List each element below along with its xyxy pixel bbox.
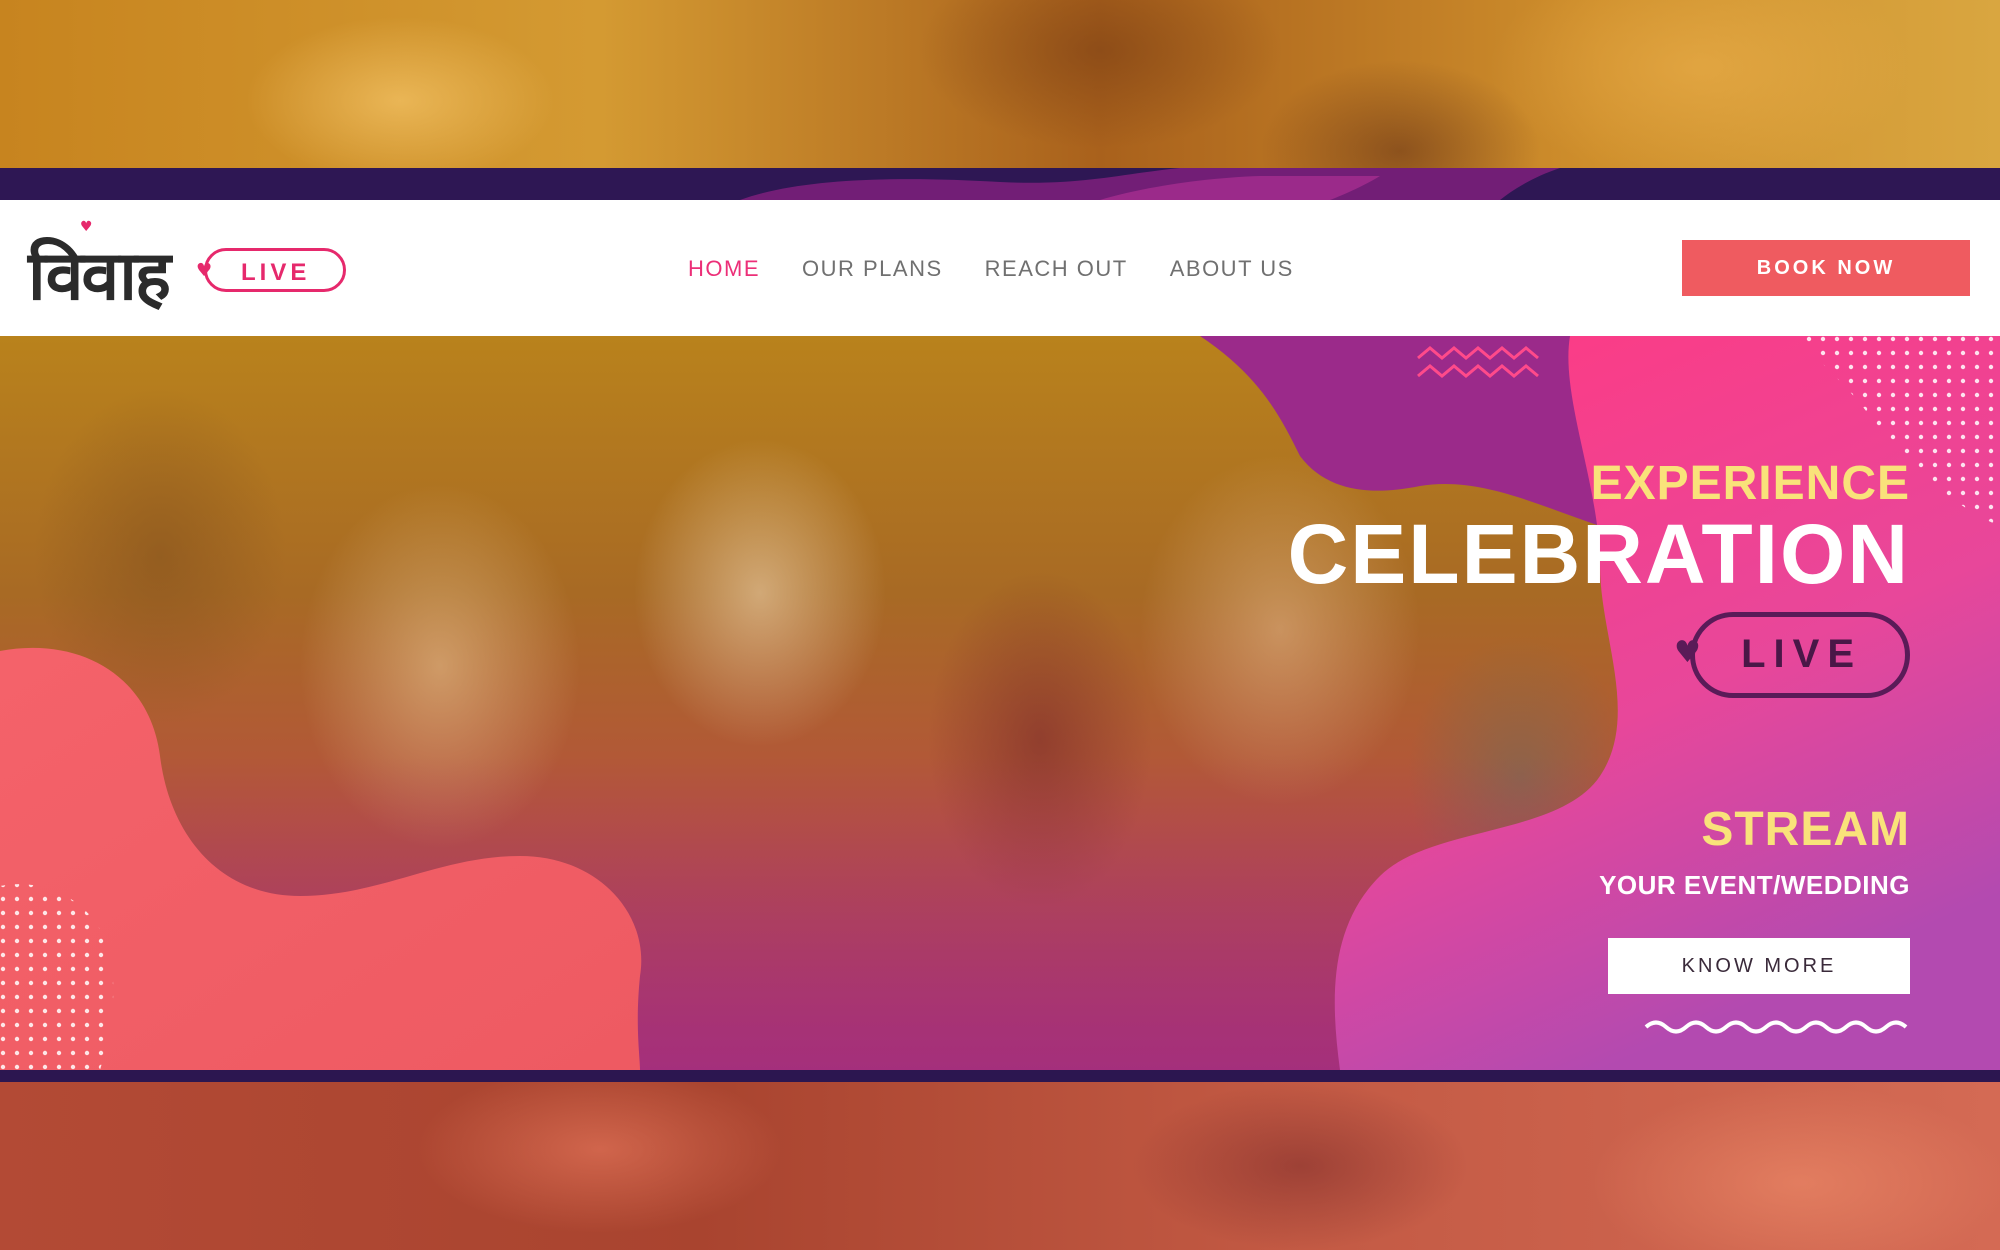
hero-line-event: YOUR EVENT/WEDDING: [1599, 870, 1910, 900]
book-now-button[interactable]: BOOK NOW: [1682, 240, 1970, 296]
hero-live-badge: ♥ LIVE: [1674, 612, 1910, 698]
logo-live-text: LIVE: [241, 259, 311, 286]
site-header: ♥ विवाह ♥ LIVE HOME OUR PLANS REACH OUT …: [0, 200, 2000, 336]
hero-line-celebration: CELEBRATION: [1287, 507, 1910, 601]
background-photo-top: [0, 0, 2000, 168]
wave-decoration: [1644, 1020, 1908, 1034]
hero-line-experience: EXPERIENCE: [1590, 457, 1910, 510]
logo-devanagari: विवाह: [28, 236, 171, 316]
bottom-strip: [0, 1070, 2000, 1082]
site-logo[interactable]: ♥ विवाह ♥ LIVE: [28, 220, 346, 320]
know-more-button[interactable]: KNOW MORE: [1608, 938, 1910, 994]
heart-icon: ♥: [1674, 635, 1701, 670]
hero-text-block: EXPERIENCE CELEBRATION ♥ LIVE STREAM YOU…: [1210, 336, 1910, 1070]
nav-item-home[interactable]: HOME: [688, 256, 760, 282]
background-photo-bottom: [0, 1082, 2000, 1250]
nav-item-our-plans[interactable]: OUR PLANS: [802, 256, 943, 282]
hero-banner: EXPERIENCE CELEBRATION ♥ LIVE STREAM YOU…: [0, 336, 2000, 1070]
logo-live-badge: LIVE: [204, 248, 346, 292]
nav-item-reach-out[interactable]: REACH OUT: [985, 256, 1128, 282]
main-nav: HOME OUR PLANS REACH OUT ABOUT US: [688, 256, 1336, 282]
hero-line-stream: STREAM: [1701, 803, 1910, 856]
top-strip: [0, 168, 2000, 200]
website-mockup: ♥ विवाह ♥ LIVE HOME OUR PLANS REACH OUT …: [0, 168, 2000, 1082]
nav-item-about-us[interactable]: ABOUT US: [1170, 256, 1294, 282]
live-badge-text: LIVE: [1741, 632, 1862, 676]
